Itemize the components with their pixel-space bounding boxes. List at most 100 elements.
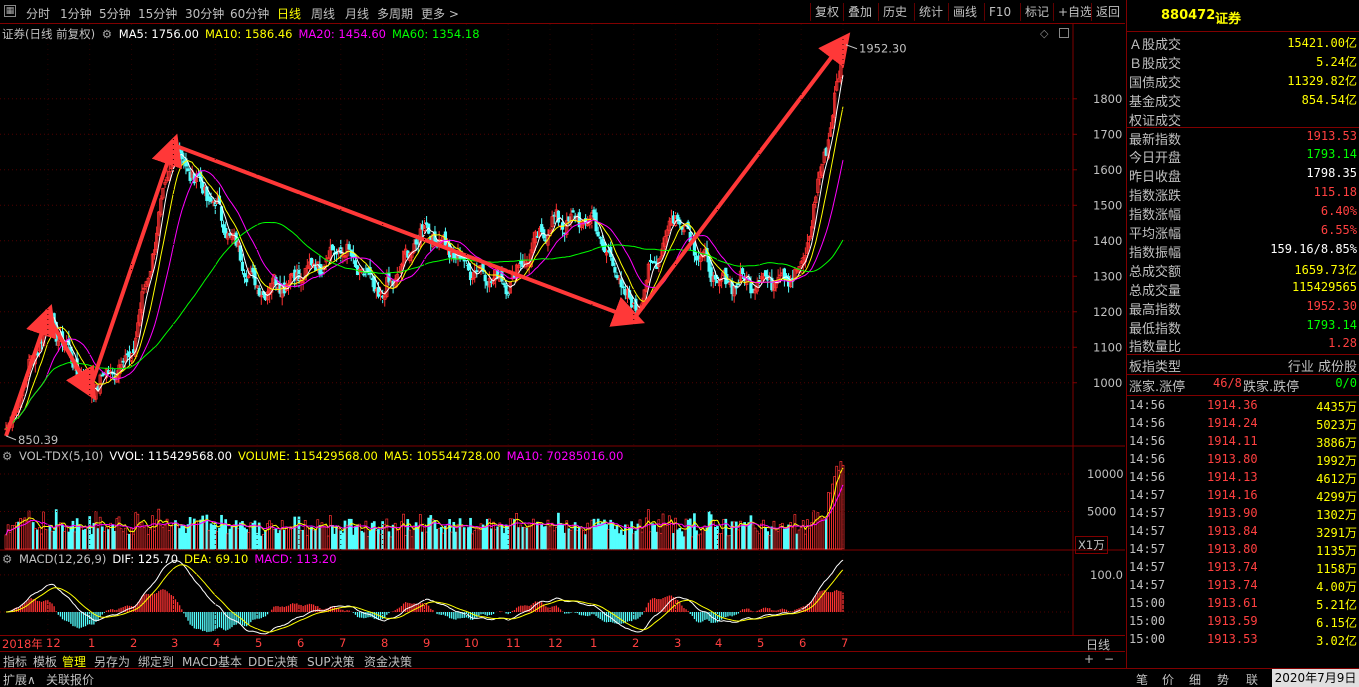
- x-tick-label: 11: [506, 636, 521, 650]
- x-tick-label: 12: [548, 636, 563, 650]
- volume-bar: [743, 522, 747, 550]
- volume-bar: [799, 527, 803, 550]
- volume-bar: [4, 534, 8, 550]
- settings-icon[interactable]: ⚙: [2, 552, 12, 566]
- up-label: 涨家.涨停: [1129, 380, 1186, 396]
- toolbar-button[interactable]: 叠加: [843, 3, 876, 21]
- volume-bar: [215, 531, 219, 550]
- volume-bar: [352, 534, 355, 550]
- volume-bar: [310, 526, 313, 550]
- tick-volume: 4612万: [1316, 472, 1357, 487]
- volume-bar: [808, 527, 811, 550]
- volume-bar: [375, 530, 378, 550]
- period-tab[interactable]: 15分钟: [138, 5, 177, 22]
- volume-bar: [601, 522, 604, 550]
- panel-tab[interactable]: 价: [1162, 671, 1174, 687]
- panel-tab[interactable]: 势: [1217, 671, 1229, 687]
- volume-bar: [226, 533, 230, 550]
- volume-bar: [494, 529, 497, 550]
- quote-value: 1659.73亿: [1294, 262, 1357, 277]
- volume-bar: [197, 523, 200, 550]
- volume-bar: [341, 532, 345, 550]
- tick-volume: 1302万: [1316, 508, 1357, 523]
- panel-tab[interactable]: 联: [1246, 671, 1258, 687]
- tick-volume: 4435万: [1316, 400, 1357, 415]
- volume-bar: [529, 523, 533, 550]
- period-tab[interactable]: 月线: [345, 5, 369, 22]
- grid-icon[interactable]: ▦: [4, 5, 16, 17]
- down-value: 0/0: [1335, 376, 1357, 391]
- settings-icon[interactable]: ⚙: [2, 449, 12, 463]
- diamond-icon[interactable]: ◇: [1040, 27, 1048, 40]
- volume-bar: [404, 535, 408, 550]
- quote-label: 最高指数: [1129, 302, 1182, 318]
- volume-bar: [732, 521, 736, 550]
- volume-bar: [770, 526, 774, 550]
- tick-row: 14:57 1913.74 4.00万: [1127, 577, 1359, 595]
- toolbar-button[interactable]: 返回: [1091, 3, 1124, 21]
- volume-bar: [557, 512, 560, 550]
- volume-bar: [730, 521, 734, 550]
- volume-bar: [483, 526, 487, 550]
- toolbar-button[interactable]: +自选: [1053, 3, 1096, 21]
- y-tick-label: 1300: [1093, 269, 1122, 283]
- quote-value: 11329.82亿: [1287, 73, 1357, 88]
- toolbar-button[interactable]: 复权: [810, 3, 843, 21]
- volume-bar: [682, 536, 686, 550]
- period-tab[interactable]: 日线: [277, 5, 301, 22]
- y-tick-label: 1600: [1093, 163, 1122, 177]
- panel-tab[interactable]: 笔: [1136, 671, 1148, 687]
- zoom-out-icon[interactable]: −: [1104, 652, 1114, 666]
- period-tab[interactable]: 5分钟: [99, 5, 131, 22]
- volume-bar: [52, 530, 56, 550]
- volume-bar: [65, 526, 69, 550]
- tick-time: 14:57: [1129, 542, 1166, 557]
- volume-bar: [345, 524, 349, 550]
- volume-bar: [356, 524, 359, 550]
- period-tab[interactable]: 多周期: [377, 5, 413, 22]
- period-tab[interactable]: 1分钟: [60, 5, 92, 22]
- tick-price: 1913.74: [1207, 578, 1258, 593]
- period-tab[interactable]: 周线: [311, 5, 335, 22]
- period-tab[interactable]: 60分钟: [230, 5, 269, 22]
- panel-tab[interactable]: 细: [1189, 671, 1201, 687]
- quote-row: 今日开盘 1793.14: [1127, 146, 1359, 166]
- expand-button[interactable]: 扩展∧: [3, 671, 36, 687]
- toolbar-button[interactable]: 统计: [914, 3, 947, 21]
- toolbar-button[interactable]: F10: [984, 3, 1015, 21]
- volume-bar: [764, 527, 767, 550]
- window-icon[interactable]: [1059, 28, 1069, 38]
- volume-bar: [123, 527, 127, 550]
- toolbar-button[interactable]: 画线: [948, 3, 981, 21]
- period-tab[interactable]: 更多 >: [421, 5, 459, 22]
- tick-row: 14:56 1914.36 4435万: [1127, 397, 1359, 415]
- quote-value: 1952.30: [1306, 298, 1357, 313]
- toolbar-button[interactable]: 标记: [1020, 3, 1053, 21]
- volume-bar: [421, 531, 424, 550]
- volume-bar: [203, 521, 207, 550]
- period-tab[interactable]: 30分钟: [185, 5, 224, 22]
- related-quote-button[interactable]: 关联报价: [46, 671, 94, 687]
- volume-bar: [90, 534, 94, 550]
- settings-icon[interactable]: ⚙: [102, 27, 112, 41]
- volume-bar: [343, 520, 347, 550]
- volume-bar: [84, 528, 87, 550]
- index-name: 证券: [1215, 12, 1242, 27]
- volume-bar: [398, 529, 401, 550]
- volume-bar: [684, 518, 688, 550]
- volume-bar: [617, 533, 621, 550]
- zoom-in-icon[interactable]: +: [1084, 652, 1094, 666]
- volume-bar: [776, 531, 780, 550]
- candle-body: [121, 360, 125, 363]
- volume-bar: [36, 529, 39, 550]
- volume-bar: [293, 516, 297, 550]
- volume-bar: [360, 530, 364, 550]
- volume-bar: [737, 529, 740, 550]
- tick-volume: 6.15亿: [1316, 616, 1357, 631]
- period-tab[interactable]: 分时: [26, 5, 50, 22]
- tick-time: 15:00: [1129, 596, 1166, 611]
- tick-time: 14:57: [1129, 506, 1166, 521]
- quote-value: 1793.14: [1306, 147, 1357, 162]
- volume-bar: [102, 530, 106, 550]
- toolbar-button[interactable]: 历史: [878, 3, 911, 21]
